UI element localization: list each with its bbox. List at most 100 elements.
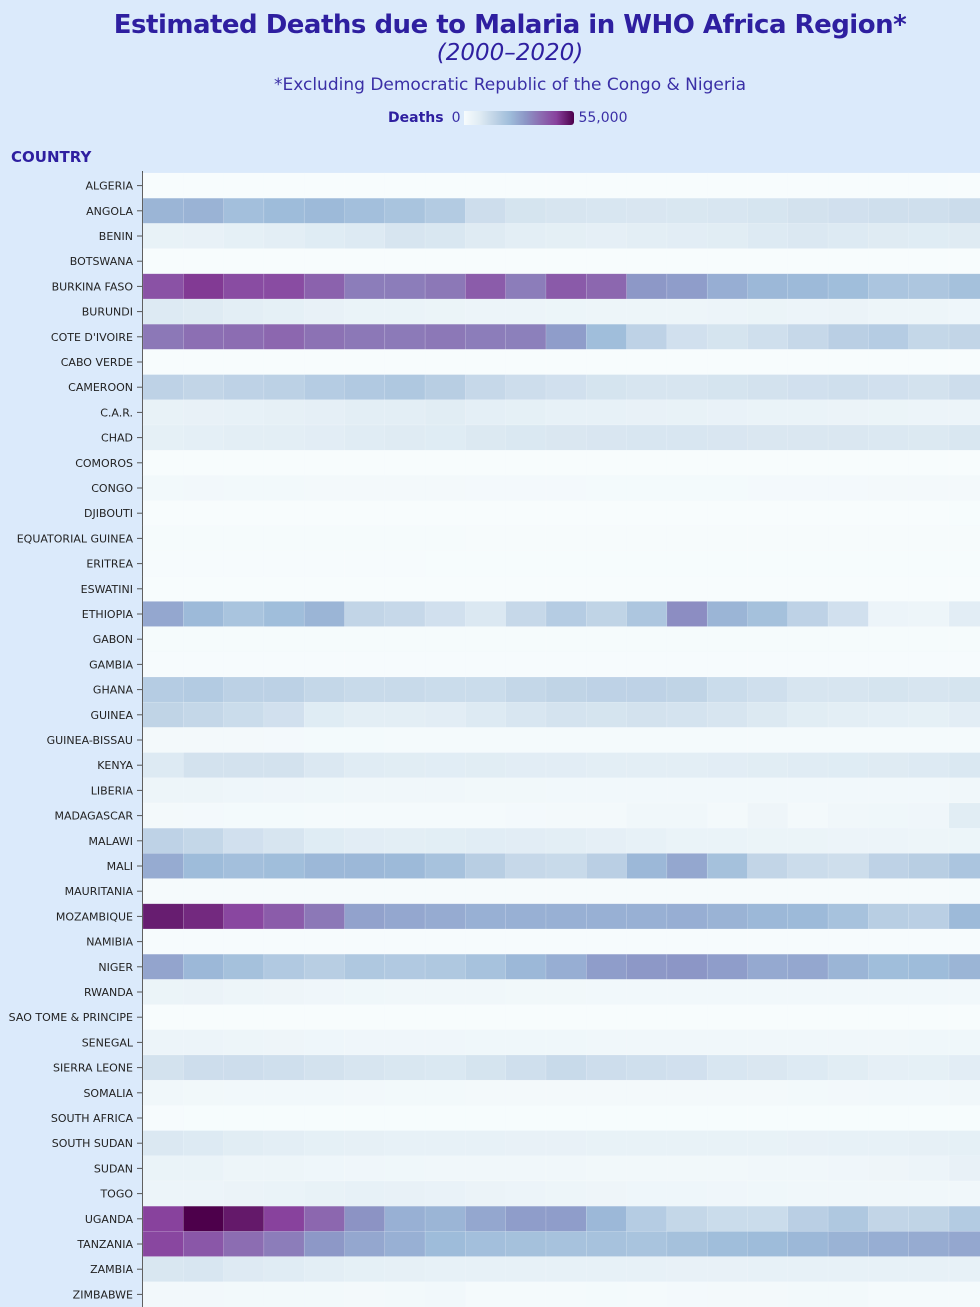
heatmap-cell[interactable]: KENYA 2009: 7200 xyxy=(505,752,547,779)
heatmap-cell[interactable]: UGANDA 2013: 14500 xyxy=(666,1205,708,1232)
heatmap-cell[interactable]: CAMEROON 2005: 19000 xyxy=(344,374,386,401)
heatmap-cell[interactable]: EQUATORIAL GUINEA 2009: 500 xyxy=(505,525,547,552)
heatmap-cell[interactable]: LIBERIA 2017: 2100 xyxy=(827,777,869,804)
heatmap-cell[interactable]: GUINEA 2012: 11000 xyxy=(626,701,668,728)
heatmap-cell[interactable]: SUDAN 2012: 2200 xyxy=(626,1155,668,1182)
heatmap-cell[interactable]: SAO TOME & PRINCIPE 2020: 0 xyxy=(948,1004,980,1031)
heatmap-cell[interactable]: BENIN 2015: 8500 xyxy=(747,223,789,249)
heatmap-cell[interactable]: SUDAN 2004: 3000 xyxy=(303,1155,345,1182)
heatmap-cell[interactable]: UGANDA 2019: 15500 xyxy=(908,1205,950,1232)
heatmap-cell[interactable]: ANGOLA 2013: 9500 xyxy=(666,197,708,224)
heatmap-cell[interactable]: SOMALIA 2010: 1400 xyxy=(545,1079,587,1106)
heatmap-cell[interactable]: CABO VERDE 2014: 0 xyxy=(706,349,748,375)
heatmap-cell[interactable]: LIBERIA 2007: 2300 xyxy=(424,777,466,804)
heatmap-cell[interactable]: CHAD 2009: 9200 xyxy=(505,424,547,451)
heatmap-cell[interactable]: MALAWI 2008: 7400 xyxy=(465,827,506,854)
heatmap-cell[interactable]: GUINEA 2009: 9800 xyxy=(505,701,547,728)
heatmap-cell[interactable]: SOUTH AFRICA 2018: 200 xyxy=(868,1105,909,1131)
heatmap-cell[interactable]: CAMEROON 2007: 17500 xyxy=(424,374,466,401)
heatmap-cell[interactable]: CAMEROON 2002: 16000 xyxy=(223,374,265,401)
heatmap-cell[interactable]: TANZANIA 2013: 22000 xyxy=(666,1231,708,1257)
heatmap-cell[interactable]: ANGOLA 2000: 25000 xyxy=(142,197,184,224)
heatmap-cell[interactable]: COMOROS 2009: 100 xyxy=(505,449,547,476)
heatmap-cell[interactable]: BENIN 2012: 7000 xyxy=(626,223,668,249)
heatmap-cell[interactable]: SOUTH SUDAN 2006: 5500 xyxy=(384,1130,426,1157)
heatmap-cell[interactable]: BURKINA FASO 2005: 36000 xyxy=(344,273,386,300)
heatmap-cell[interactable]: COTE D'IVOIRE 2008: 36000 xyxy=(465,323,506,350)
heatmap-cell[interactable]: GUINEA 2006: 7000 xyxy=(384,701,426,728)
heatmap-cell[interactable]: MOZAMBIQUE 2019: 17000 xyxy=(908,903,950,930)
heatmap-cell[interactable]: ERITREA 2003: 300 xyxy=(263,550,305,577)
heatmap-cell[interactable]: MALI 2002: 22500 xyxy=(223,853,265,879)
heatmap-cell[interactable]: UGANDA 2008: 28000 xyxy=(465,1205,506,1232)
heatmap-cell[interactable]: ANGOLA 2002: 22500 xyxy=(223,197,265,224)
heatmap-cell[interactable]: BURUNDI 2009: 3700 xyxy=(505,298,547,325)
heatmap-cell[interactable]: BOTSWANA 2003: 100 xyxy=(263,248,305,275)
heatmap-cell[interactable]: GABON 2013: 600 xyxy=(666,626,708,653)
heatmap-cell[interactable]: ETHIOPIA 2008: 9000 xyxy=(465,601,506,627)
heatmap-cell[interactable]: ZAMBIA 2015: 5300 xyxy=(747,1256,789,1283)
heatmap-cell[interactable]: EQUATORIAL GUINEA 2019: 500 xyxy=(908,525,950,552)
heatmap-cell[interactable]: COTE D'IVOIRE 2018: 18000 xyxy=(868,323,909,350)
heatmap-cell[interactable]: GAMBIA 2004: 400 xyxy=(303,651,345,678)
heatmap-cell[interactable]: COMOROS 2012: 100 xyxy=(626,449,668,476)
heatmap-cell[interactable]: CAMEROON 2006: 19500 xyxy=(384,374,426,401)
heatmap-cell[interactable]: ZIMBABWE 2020: 1100 xyxy=(948,1281,980,1307)
heatmap-cell[interactable]: ZIMBABWE 2010: 1100 xyxy=(545,1281,587,1307)
heatmap-cell[interactable]: COMOROS 2004: 100 xyxy=(303,449,345,476)
heatmap-cell[interactable]: CAMEROON 2000: 16000 xyxy=(142,374,184,401)
heatmap-cell[interactable]: ERITREA 2012: 200 xyxy=(626,550,668,577)
heatmap-cell[interactable]: ETHIOPIA 2017: 11500 xyxy=(827,601,869,627)
heatmap-cell[interactable]: BURKINA FASO 2013: 30000 xyxy=(666,273,708,300)
heatmap-cell[interactable]: CABO VERDE 2005: 0 xyxy=(344,349,386,375)
heatmap-cell[interactable]: GUINEA-BISSAU 2005: 1200 xyxy=(344,727,386,753)
heatmap-cell[interactable]: GUINEA 2019: 6000 xyxy=(908,701,950,728)
heatmap-cell[interactable]: BOTSWANA 2020: 100 xyxy=(948,248,980,275)
heatmap-cell[interactable]: MALAWI 2000: 16000 xyxy=(142,827,184,854)
heatmap-cell[interactable]: C.A.R. 2002: 5500 xyxy=(223,399,265,426)
heatmap-cell[interactable]: ANGOLA 2018: 11800 xyxy=(868,197,909,224)
heatmap-cell[interactable]: SOUTH SUDAN 2016: 5200 xyxy=(787,1130,829,1157)
heatmap-cell[interactable]: SOMALIA 2018: 1900 xyxy=(868,1079,909,1106)
heatmap-cell[interactable]: CONGO 2006: 1400 xyxy=(384,475,426,501)
heatmap-cell[interactable]: MALAWI 2009: 7300 xyxy=(505,827,547,854)
heatmap-cell[interactable]: ZIMBABWE 2017: 1700 xyxy=(827,1281,869,1307)
heatmap-cell[interactable]: BURKINA FASO 2009: 36000 xyxy=(505,273,547,300)
heatmap-cell[interactable]: GUINEA-BISSAU 2019: 900 xyxy=(908,727,950,753)
heatmap-cell[interactable]: EQUATORIAL GUINEA 2018: 500 xyxy=(868,525,909,552)
heatmap-cell[interactable]: ANGOLA 2019: 12000 xyxy=(908,197,950,224)
heatmap-cell[interactable]: ESWATINI 2010: 0 xyxy=(545,575,587,602)
heatmap-cell[interactable]: GUINEA-BISSAU 2020: 900 xyxy=(948,727,980,753)
heatmap-cell[interactable]: RWANDA 2018: 2000 xyxy=(868,979,909,1005)
heatmap-cell[interactable]: ALGERIA 2006: 0 xyxy=(384,172,426,199)
heatmap-cell[interactable]: TOGO 2000: 3800 xyxy=(142,1180,184,1207)
heatmap-cell[interactable]: ZIMBABWE 2001: 1800 xyxy=(183,1281,224,1307)
heatmap-cell[interactable]: TOGO 2019: 2300 xyxy=(908,1180,950,1207)
heatmap-cell[interactable]: ANGOLA 2003: 23500 xyxy=(263,197,305,224)
heatmap-cell[interactable]: SOMALIA 2017: 1800 xyxy=(827,1079,869,1106)
heatmap-cell[interactable]: GUINEA 2017: 7000 xyxy=(827,701,869,728)
heatmap-cell[interactable]: GABON 2014: 600 xyxy=(706,626,748,653)
heatmap-cell[interactable]: GUINEA 2003: 11500 xyxy=(263,701,305,728)
heatmap-cell[interactable]: MALAWI 2012: 5400 xyxy=(626,827,668,854)
heatmap-cell[interactable]: GUINEA-BISSAU 2001: 1500 xyxy=(183,727,224,753)
heatmap-cell[interactable]: MADAGASCAR 2008: 900 xyxy=(465,802,506,829)
heatmap-cell[interactable]: TOGO 2016: 2500 xyxy=(787,1180,829,1207)
heatmap-cell[interactable]: C.A.R. 2015: 4500 xyxy=(747,399,789,426)
heatmap-cell[interactable]: COTE D'IVOIRE 2013: 11500 xyxy=(666,323,708,350)
heatmap-cell[interactable]: GUINEA-BISSAU 2008: 1000 xyxy=(465,727,506,753)
heatmap-cell[interactable]: ANGOLA 2012: 9600 xyxy=(626,197,668,224)
heatmap-cell[interactable]: SOMALIA 2006: 1700 xyxy=(384,1079,426,1106)
heatmap-cell[interactable]: ERITREA 2007: 200 xyxy=(424,550,466,577)
heatmap-cell[interactable]: SOUTH AFRICA 2020: 200 xyxy=(948,1105,980,1131)
heatmap-cell[interactable]: COTE D'IVOIRE 2007: 37000 xyxy=(424,323,466,350)
heatmap-cell[interactable]: SIERRA LEONE 2020: 7200 xyxy=(948,1054,980,1081)
heatmap-cell[interactable]: CABO VERDE 2012: 0 xyxy=(626,349,668,375)
heatmap-cell[interactable]: NIGER 2008: 21500 xyxy=(465,953,506,980)
heatmap-cell[interactable]: DJIBOUTI 2009: 100 xyxy=(505,500,547,527)
heatmap-cell[interactable]: NAMIBIA 2014: 300 xyxy=(706,928,748,955)
heatmap-cell[interactable]: RWANDA 2019: 2000 xyxy=(908,979,950,1005)
heatmap-cell[interactable]: UGANDA 2001: 55000 xyxy=(183,1205,224,1232)
heatmap-cell[interactable]: CHAD 2008: 8800 xyxy=(465,424,506,451)
heatmap-cell[interactable]: MADAGASCAR 2020: 7500 xyxy=(948,802,980,829)
